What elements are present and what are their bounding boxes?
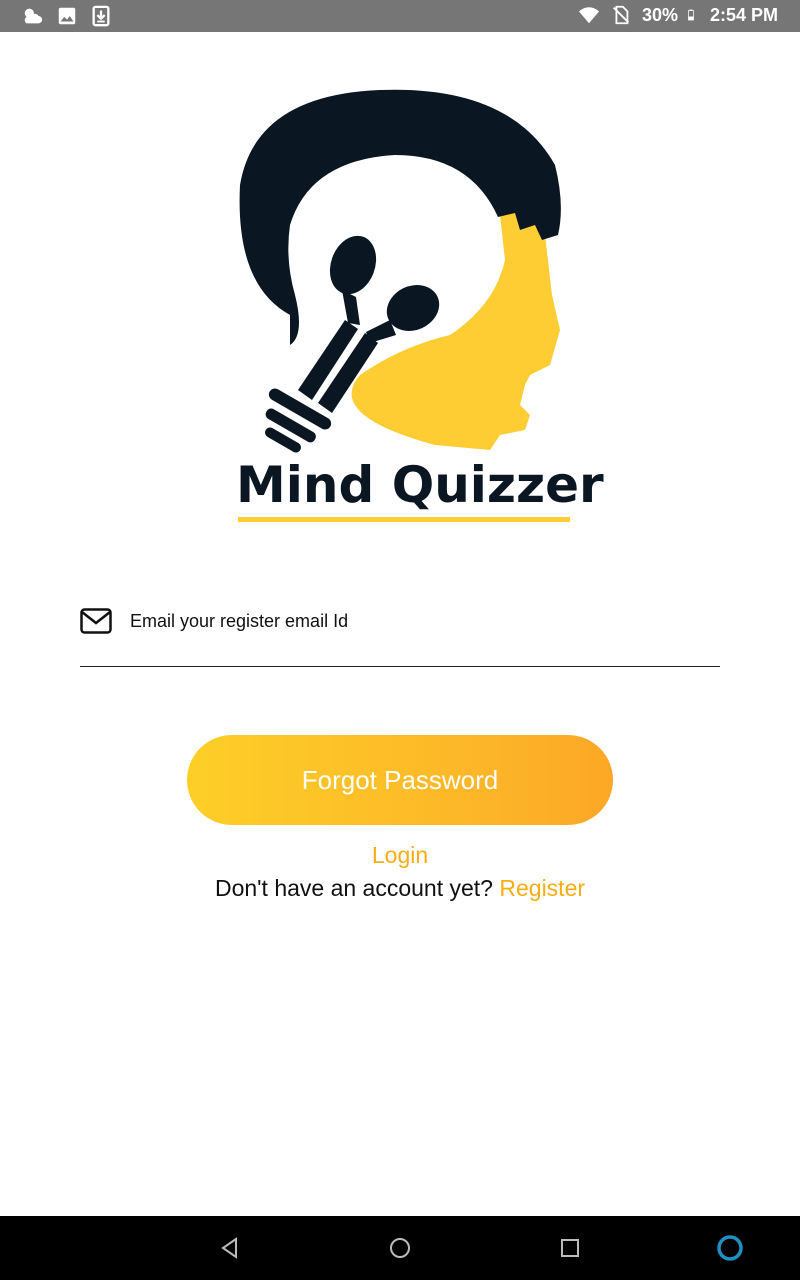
login-link-label[interactable]: Login (372, 842, 428, 868)
wifi-icon (578, 7, 600, 24)
register-prompt-row: Don't have an account yet? Register (0, 875, 800, 902)
nav-bar (0, 1216, 800, 1280)
email-input[interactable] (130, 606, 690, 636)
logo-underline (238, 517, 570, 522)
register-prompt-text: Don't have an account yet? (214, 875, 493, 901)
battery-percent: 30% (641, 4, 678, 25)
weather-icon (24, 8, 43, 24)
clock: 2:54 PM (709, 4, 778, 25)
image-icon (58, 7, 76, 25)
back-icon[interactable] (218, 1236, 242, 1260)
battery-icon (688, 9, 694, 21)
mail-icon (80, 608, 112, 634)
no-sim-icon (612, 5, 629, 25)
recents-icon[interactable] (558, 1236, 582, 1260)
email-field-row (80, 600, 720, 667)
home-icon[interactable] (388, 1236, 412, 1260)
status-bar: 30% 2:54 PM (0, 0, 800, 32)
forgot-password-button[interactable]: Forgot Password (187, 735, 613, 825)
assistant-icon[interactable] (716, 1234, 744, 1262)
download-icon (92, 5, 110, 27)
login-link[interactable]: Login (0, 842, 800, 869)
register-link[interactable]: Register (499, 875, 585, 901)
app-title: Mind Quizzer (236, 456, 604, 514)
